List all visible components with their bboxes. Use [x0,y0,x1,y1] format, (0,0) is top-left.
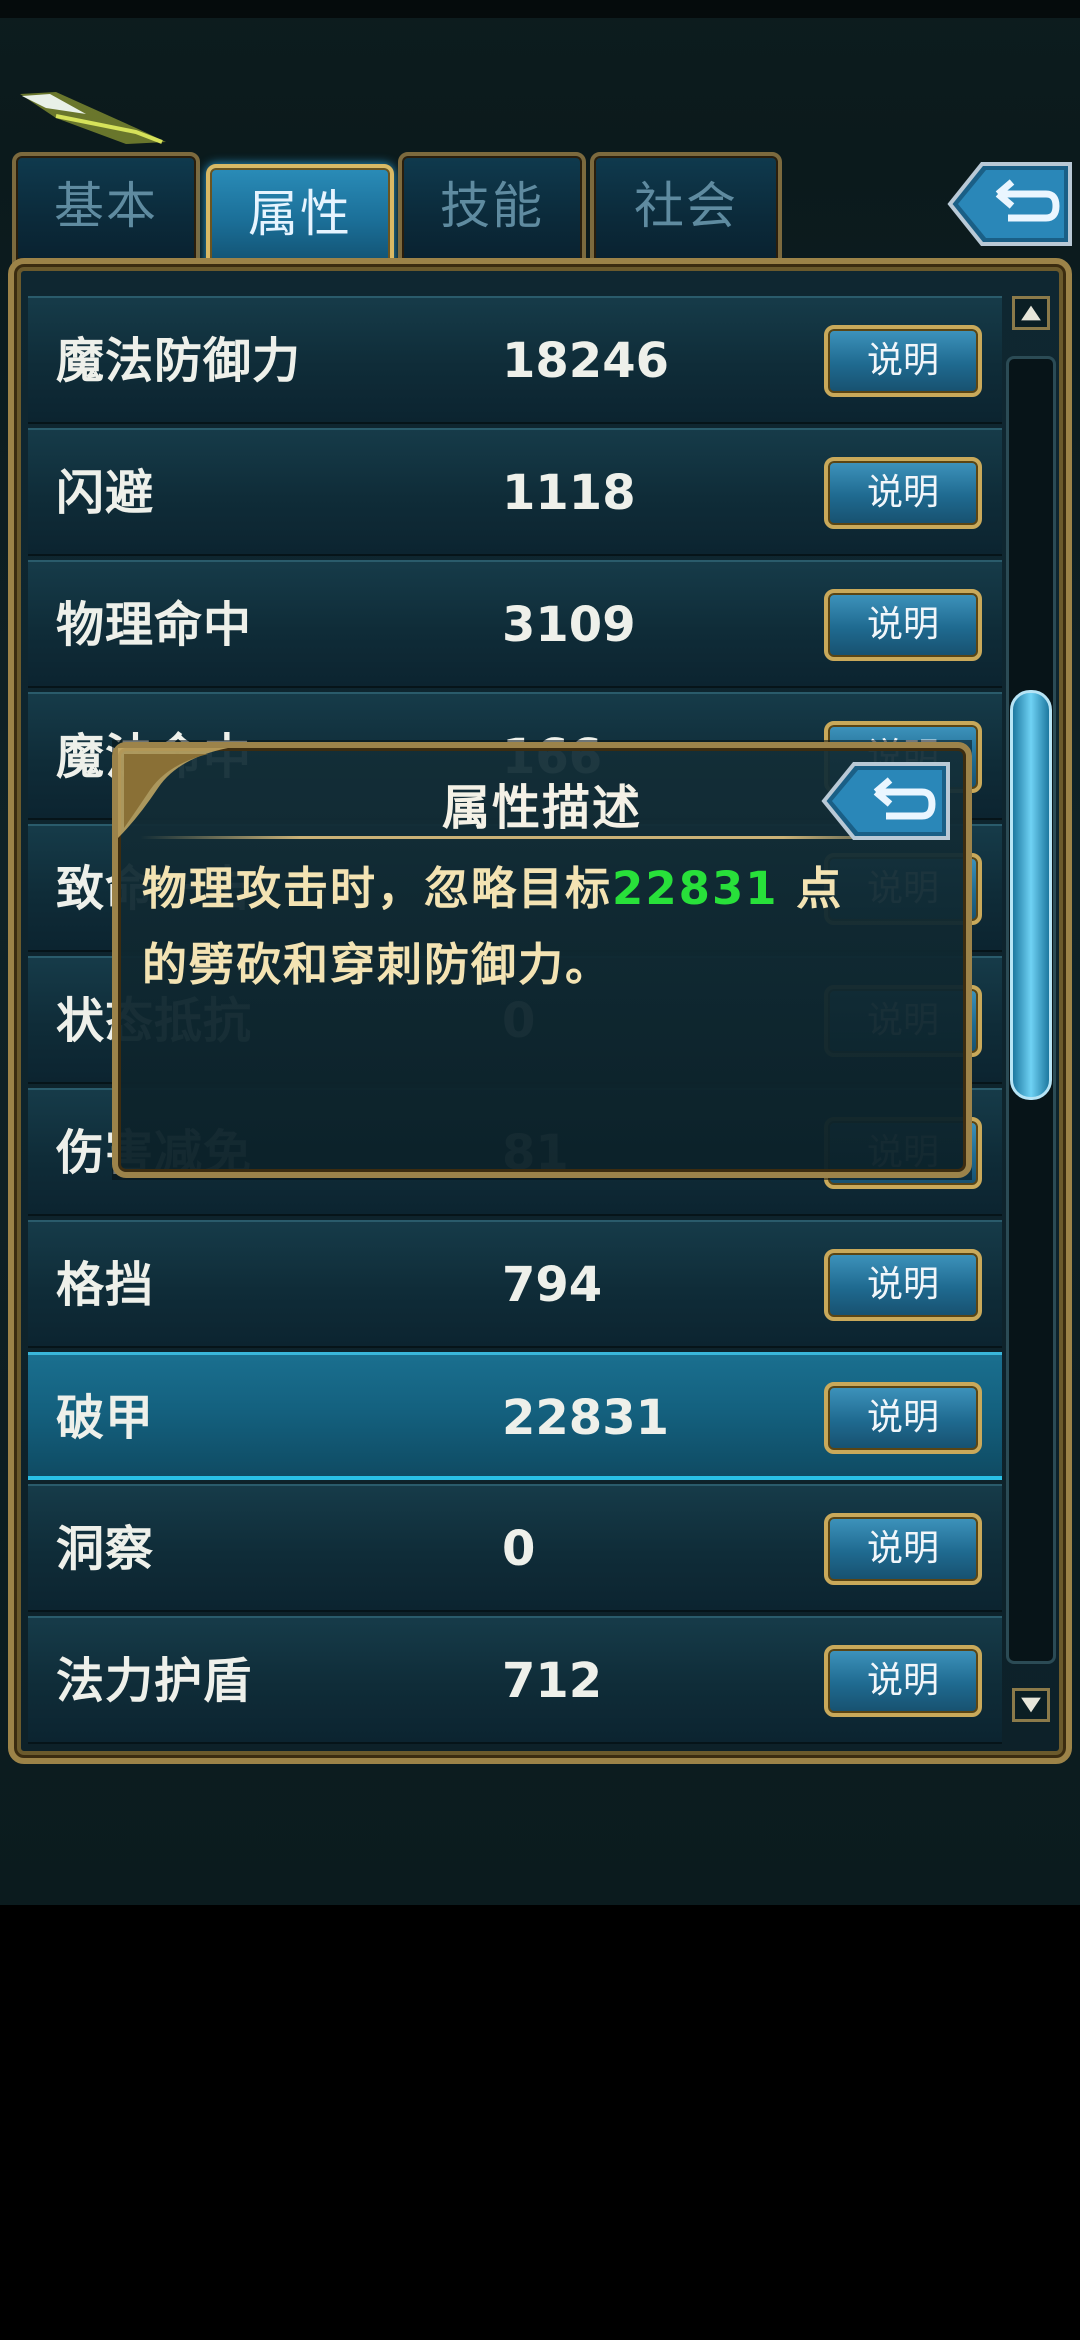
attribute-value: 3109 [502,597,636,653]
scroll-down-icon[interactable] [1012,1688,1050,1722]
popup-description-line1: 物理攻击时，忽略目标22831 点 [142,862,844,915]
table-row: 法力护盾 712 说明 [28,1616,1002,1744]
popup-back-button[interactable] [820,758,952,844]
attribute-value: 794 [502,1257,603,1313]
attribute-name: 闪避 [56,465,155,521]
attribute-value: 712 [502,1653,603,1709]
popup-description-line2: 的劈砍和穿刺防御力。 [142,938,613,991]
explain-button[interactable]: 说明 [824,1382,982,1454]
explain-button[interactable]: 说明 [824,1645,982,1717]
back-button[interactable] [946,158,1074,250]
scrollbar-thumb[interactable] [1010,690,1052,1100]
attribute-value: 1118 [502,465,636,521]
explain-button[interactable]: 说明 [824,589,982,661]
table-row: 洞察 0 说明 [28,1484,1002,1612]
feather-deco-icon [20,92,166,144]
tab-social[interactable]: 社会 [590,152,782,264]
attribute-name: 魔法防御力 [56,333,302,389]
tab-basic[interactable]: 基本 [12,152,200,264]
attribute-value: 0 [502,1521,536,1577]
armor-pierce-number: 22831 [612,862,779,915]
explain-button[interactable]: 说明 [824,325,982,397]
attribute-name: 洞察 [56,1521,155,1577]
table-row-selected[interactable]: 破甲 22831 说明 [28,1352,1002,1480]
table-row: 闪避 1118 说明 [28,428,1002,556]
attribute-name: 物理命中 [56,597,253,653]
attribute-name: 格挡 [56,1257,155,1313]
tab-attributes[interactable]: 属性 [206,164,394,268]
attribute-value: 22831 [502,1390,669,1446]
tab-skills[interactable]: 技能 [398,152,586,264]
explain-button[interactable]: 说明 [824,1249,982,1321]
explain-button[interactable]: 说明 [824,457,982,529]
scroll-up-icon[interactable] [1012,296,1050,330]
table-row: 魔法防御力 18246 说明 [28,296,1002,424]
attribute-name: 法力护盾 [56,1653,253,1709]
table-row: 格挡 794 说明 [28,1220,1002,1348]
explain-button[interactable]: 说明 [824,1513,982,1585]
attribute-value: 18246 [502,333,669,389]
table-row: 物理命中 3109 说明 [28,560,1002,688]
game-screen: 基本 属性 技能 社会 魔法防御力 18246 说明 闪避 1118 说明 物理… [0,0,1080,1905]
attribute-name: 破甲 [56,1390,155,1446]
